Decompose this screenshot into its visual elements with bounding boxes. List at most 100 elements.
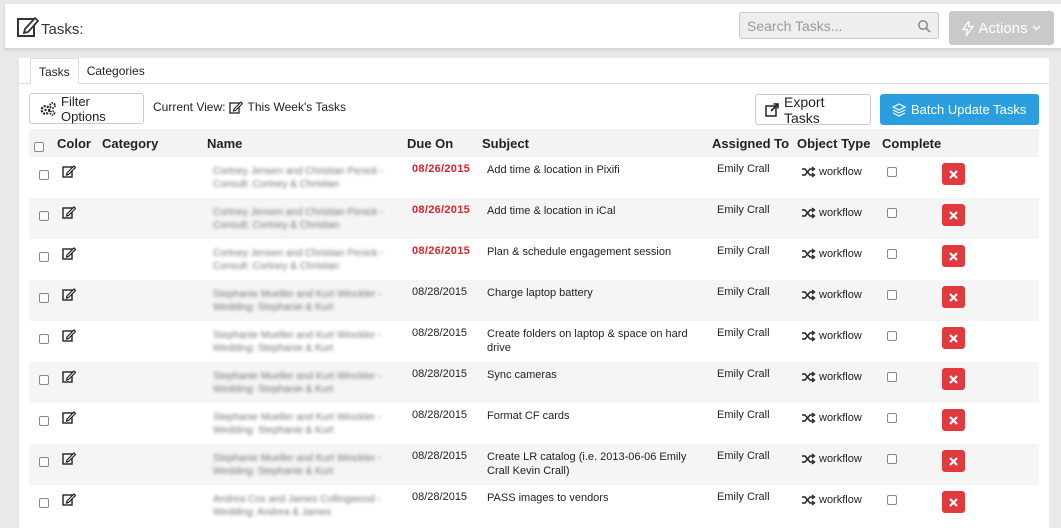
edit-icon[interactable]: [62, 370, 76, 383]
task-subject[interactable]: Add time & location in iCal: [487, 204, 707, 218]
task-subject[interactable]: Plan & schedule engagement session: [487, 245, 707, 259]
object-type-label: workflow: [819, 371, 862, 383]
task-subject[interactable]: Create LR catalog (i.e. 2013-06-06 Emily…: [487, 450, 707, 478]
due-date: 08/28/2015: [412, 409, 468, 421]
edit-icon[interactable]: [62, 247, 76, 260]
edit-icon[interactable]: [62, 288, 76, 301]
task-name[interactable]: Cortney Jensen and Christian Penick - Co…: [213, 247, 408, 275]
due-date: 08/28/2015: [412, 491, 468, 503]
select-all-checkbox[interactable]: [34, 142, 44, 152]
column-object-type[interactable]: Object Type: [797, 136, 870, 151]
task-name[interactable]: Cortney Jensen and Christian Penick - Co…: [213, 206, 408, 234]
search-icon[interactable]: [917, 19, 931, 33]
complete-checkbox[interactable]: [887, 454, 897, 464]
edit-icon[interactable]: [62, 452, 76, 465]
column-category[interactable]: Category: [102, 136, 158, 151]
delete-button[interactable]: [942, 163, 965, 185]
task-name[interactable]: Stephanie Mueller and Kurt Winckler - We…: [213, 288, 408, 316]
close-icon: [949, 251, 958, 261]
edit-icon[interactable]: [62, 493, 76, 506]
delete-button[interactable]: [942, 245, 965, 267]
batch-update-button[interactable]: Batch Update Tasks: [880, 94, 1039, 125]
task-subject[interactable]: Format CF cards: [487, 409, 707, 423]
column-name[interactable]: Name: [207, 136, 242, 151]
close-icon: [949, 210, 958, 220]
column-assigned-to[interactable]: Assigned To: [712, 136, 789, 151]
close-icon: [949, 169, 958, 179]
delete-button[interactable]: [942, 327, 965, 349]
object-type: workflow: [801, 166, 862, 178]
current-view: Current View: This Week's Tasks: [153, 100, 346, 114]
task-name[interactable]: Stephanie Mueller and Kurt Winckler - We…: [213, 452, 408, 480]
complete-checkbox[interactable]: [887, 372, 897, 382]
row-checkbox[interactable]: [39, 334, 49, 344]
due-date: 08/28/2015: [412, 368, 468, 380]
export-tasks-button[interactable]: Export Tasks: [755, 94, 871, 126]
complete-checkbox[interactable]: [887, 167, 897, 177]
shuffle-icon: [802, 166, 816, 178]
edit-icon[interactable]: [62, 411, 76, 424]
object-type: workflow: [801, 453, 862, 465]
column-complete[interactable]: Complete: [882, 136, 941, 151]
search-input[interactable]: [740, 13, 910, 38]
edit-icon[interactable]: [62, 165, 76, 178]
task-name[interactable]: Cortney Jensen and Christian Penick - Co…: [213, 165, 408, 193]
complete-checkbox[interactable]: [887, 208, 897, 218]
task-name[interactable]: Stephanie Mueller and Kurt Winckler - We…: [213, 329, 408, 357]
shuffle-icon: [802, 248, 816, 260]
task-name[interactable]: Stephanie Mueller and Kurt Winckler - We…: [213, 411, 408, 439]
actions-label: Actions: [978, 19, 1028, 37]
row-checkbox[interactable]: [39, 375, 49, 385]
object-type-label: workflow: [819, 166, 862, 178]
tab-tasks[interactable]: Tasks: [30, 58, 79, 84]
row-checkbox[interactable]: [39, 211, 49, 221]
edit-icon[interactable]: [229, 100, 244, 114]
table-body: Cortney Jensen and Christian Penick - Co…: [29, 157, 1039, 526]
table-row: Stephanie Mueller and Kurt Winckler - We…: [29, 321, 1039, 362]
row-checkbox[interactable]: [39, 498, 49, 508]
row-checkbox[interactable]: [39, 416, 49, 426]
current-view-value[interactable]: This Week's Tasks: [247, 100, 346, 114]
actions-button[interactable]: Actions: [949, 11, 1054, 45]
edit-icon: [17, 16, 40, 37]
delete-button[interactable]: [942, 450, 965, 472]
delete-button[interactable]: [942, 286, 965, 308]
task-subject[interactable]: Create folders on laptop & space on hard…: [487, 327, 707, 355]
due-date: 08/26/2015: [412, 245, 471, 257]
object-type: workflow: [801, 494, 862, 506]
task-subject[interactable]: Sync cameras: [487, 368, 707, 382]
delete-button[interactable]: [942, 204, 965, 226]
external-link-icon: [765, 102, 779, 117]
edit-icon[interactable]: [62, 206, 76, 219]
task-name[interactable]: Andrea Cox and James Collingwood - Weddi…: [213, 493, 408, 521]
task-name[interactable]: Stephanie Mueller and Kurt Winckler - We…: [213, 370, 408, 398]
edit-icon[interactable]: [62, 329, 76, 342]
complete-checkbox[interactable]: [887, 249, 897, 259]
delete-button[interactable]: [942, 368, 965, 390]
task-subject[interactable]: PASS images to vendors: [487, 491, 707, 505]
column-color[interactable]: Color: [57, 136, 91, 151]
delete-button[interactable]: [942, 409, 965, 431]
close-icon: [949, 374, 958, 384]
column-subject[interactable]: Subject: [482, 136, 529, 151]
row-checkbox[interactable]: [39, 457, 49, 467]
top-bar: Tasks: Actions: [5, 4, 1061, 49]
complete-checkbox[interactable]: [887, 495, 897, 505]
tab-bar: Tasks Categories: [19, 58, 153, 84]
filter-options-button[interactable]: Filter Options: [29, 93, 144, 124]
row-checkbox[interactable]: [39, 293, 49, 303]
complete-checkbox[interactable]: [887, 331, 897, 341]
task-subject[interactable]: Charge laptop battery: [487, 286, 707, 300]
tab-categories[interactable]: Categories: [79, 58, 153, 84]
delete-button[interactable]: [942, 491, 965, 513]
tasks-table: Color Category Name Due On Subject Assig…: [29, 129, 1039, 526]
task-subject[interactable]: Add time & location in Pixifi: [487, 163, 707, 177]
assigned-to: Emily Crall: [717, 204, 770, 216]
search-box[interactable]: [739, 12, 939, 39]
chevron-down-icon: [1032, 25, 1041, 31]
row-checkbox[interactable]: [39, 170, 49, 180]
complete-checkbox[interactable]: [887, 413, 897, 423]
complete-checkbox[interactable]: [887, 290, 897, 300]
row-checkbox[interactable]: [39, 252, 49, 262]
column-due-on[interactable]: Due On: [407, 136, 453, 151]
